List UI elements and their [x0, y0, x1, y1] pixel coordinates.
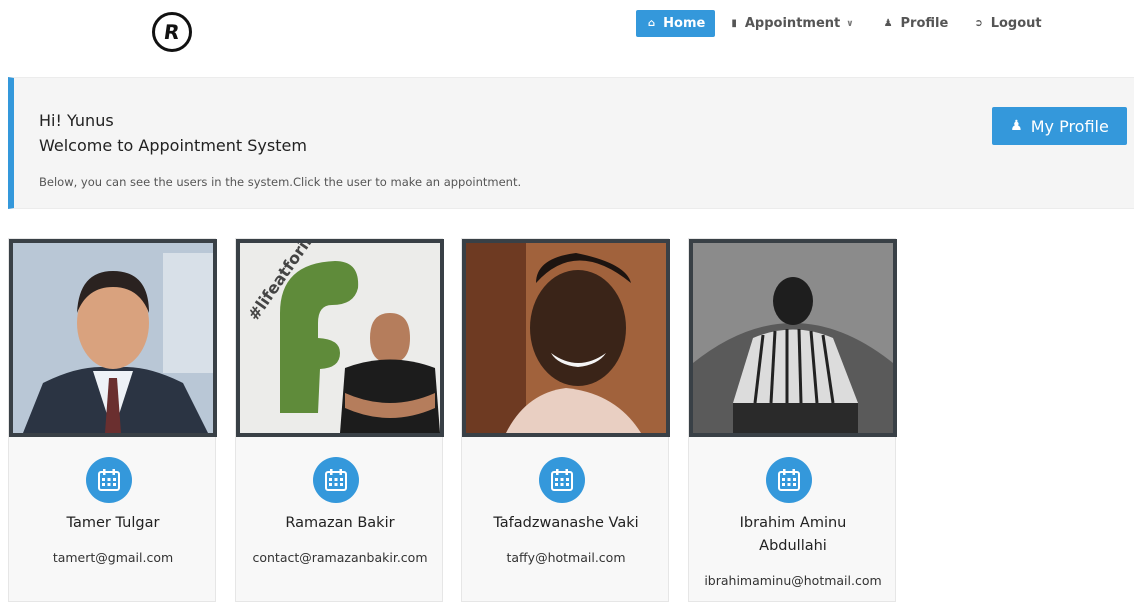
welcome-title: Welcome to Appointment System	[39, 136, 307, 155]
nav-appointment[interactable]: ▮ Appointment ∨	[721, 10, 863, 37]
nav-logout-label: Logout	[990, 16, 1042, 31]
user-name: Ibrahim Aminu Abdullahi	[739, 515, 847, 554]
user-card[interactable]: #lifeatforiba Ramazan Bakir contact@rama…	[235, 238, 444, 602]
nav-home-label: Home	[663, 16, 706, 31]
user-icon: ♟	[883, 18, 893, 29]
user-icon: ♟	[1010, 118, 1023, 134]
calendar-icon[interactable]	[313, 457, 359, 503]
user-card[interactable]: Tamer Tulgar tamert@gmail.com	[8, 238, 217, 602]
nav-profile-label: Profile	[900, 16, 949, 31]
user-card[interactable]: Ibrahim Aminu Abdullahi ibrahimaminu@hot…	[688, 238, 897, 602]
nav-appointment-label: Appointment	[744, 16, 841, 31]
nav-logout[interactable]: ➲ Logout	[964, 10, 1051, 37]
user-photo[interactable]	[689, 239, 897, 437]
calendar-icon[interactable]	[766, 457, 812, 503]
user-email: taffy@hotmail.com	[506, 550, 626, 565]
nav-profile[interactable]: ♟ Profile	[874, 10, 959, 37]
top-navbar: R ⌂ Home ▮ Appointment ∨ ♟ Profile ➲ Log…	[0, 0, 1134, 72]
user-photo[interactable]	[9, 239, 217, 437]
user-photo[interactable]	[462, 239, 670, 437]
welcome-banner: Hi! Yunus Welcome to Appointment System …	[8, 77, 1134, 209]
logo-letter: R	[162, 20, 182, 44]
my-profile-button[interactable]: ♟ My Profile	[992, 107, 1127, 145]
calendar-icon[interactable]	[86, 457, 132, 503]
greeting-text: Hi! Yunus	[39, 111, 114, 130]
calendar-icon[interactable]	[539, 457, 585, 503]
nav-home[interactable]: ⌂ Home	[636, 10, 716, 37]
user-name: Ramazan Bakir	[285, 515, 395, 531]
main-nav: ⌂ Home ▮ Appointment ∨ ♟ Profile ➲ Logou…	[636, 10, 1052, 37]
chevron-down-icon: ∨	[846, 18, 854, 29]
user-email: contact@ramazanbakir.com	[252, 550, 428, 565]
user-photo[interactable]: #lifeatforiba	[236, 239, 444, 437]
book-icon: ▮	[731, 18, 737, 29]
my-profile-label: My Profile	[1030, 116, 1109, 136]
user-name: Tamer Tulgar	[66, 515, 160, 531]
user-email: tamert@gmail.com	[52, 550, 174, 565]
user-card[interactable]: Tafadzwanashe Vaki taffy@hotmail.com	[461, 238, 670, 602]
banner-description: Below, you can see the users in the syst…	[39, 175, 522, 189]
brand-logo[interactable]: R	[152, 12, 192, 52]
home-icon: ⌂	[648, 18, 656, 29]
user-name: Tafadzwanashe Vaki	[493, 515, 639, 531]
logout-icon: ➲	[974, 18, 983, 29]
user-email: ibrahimaminu@hotmail.com	[704, 573, 882, 588]
